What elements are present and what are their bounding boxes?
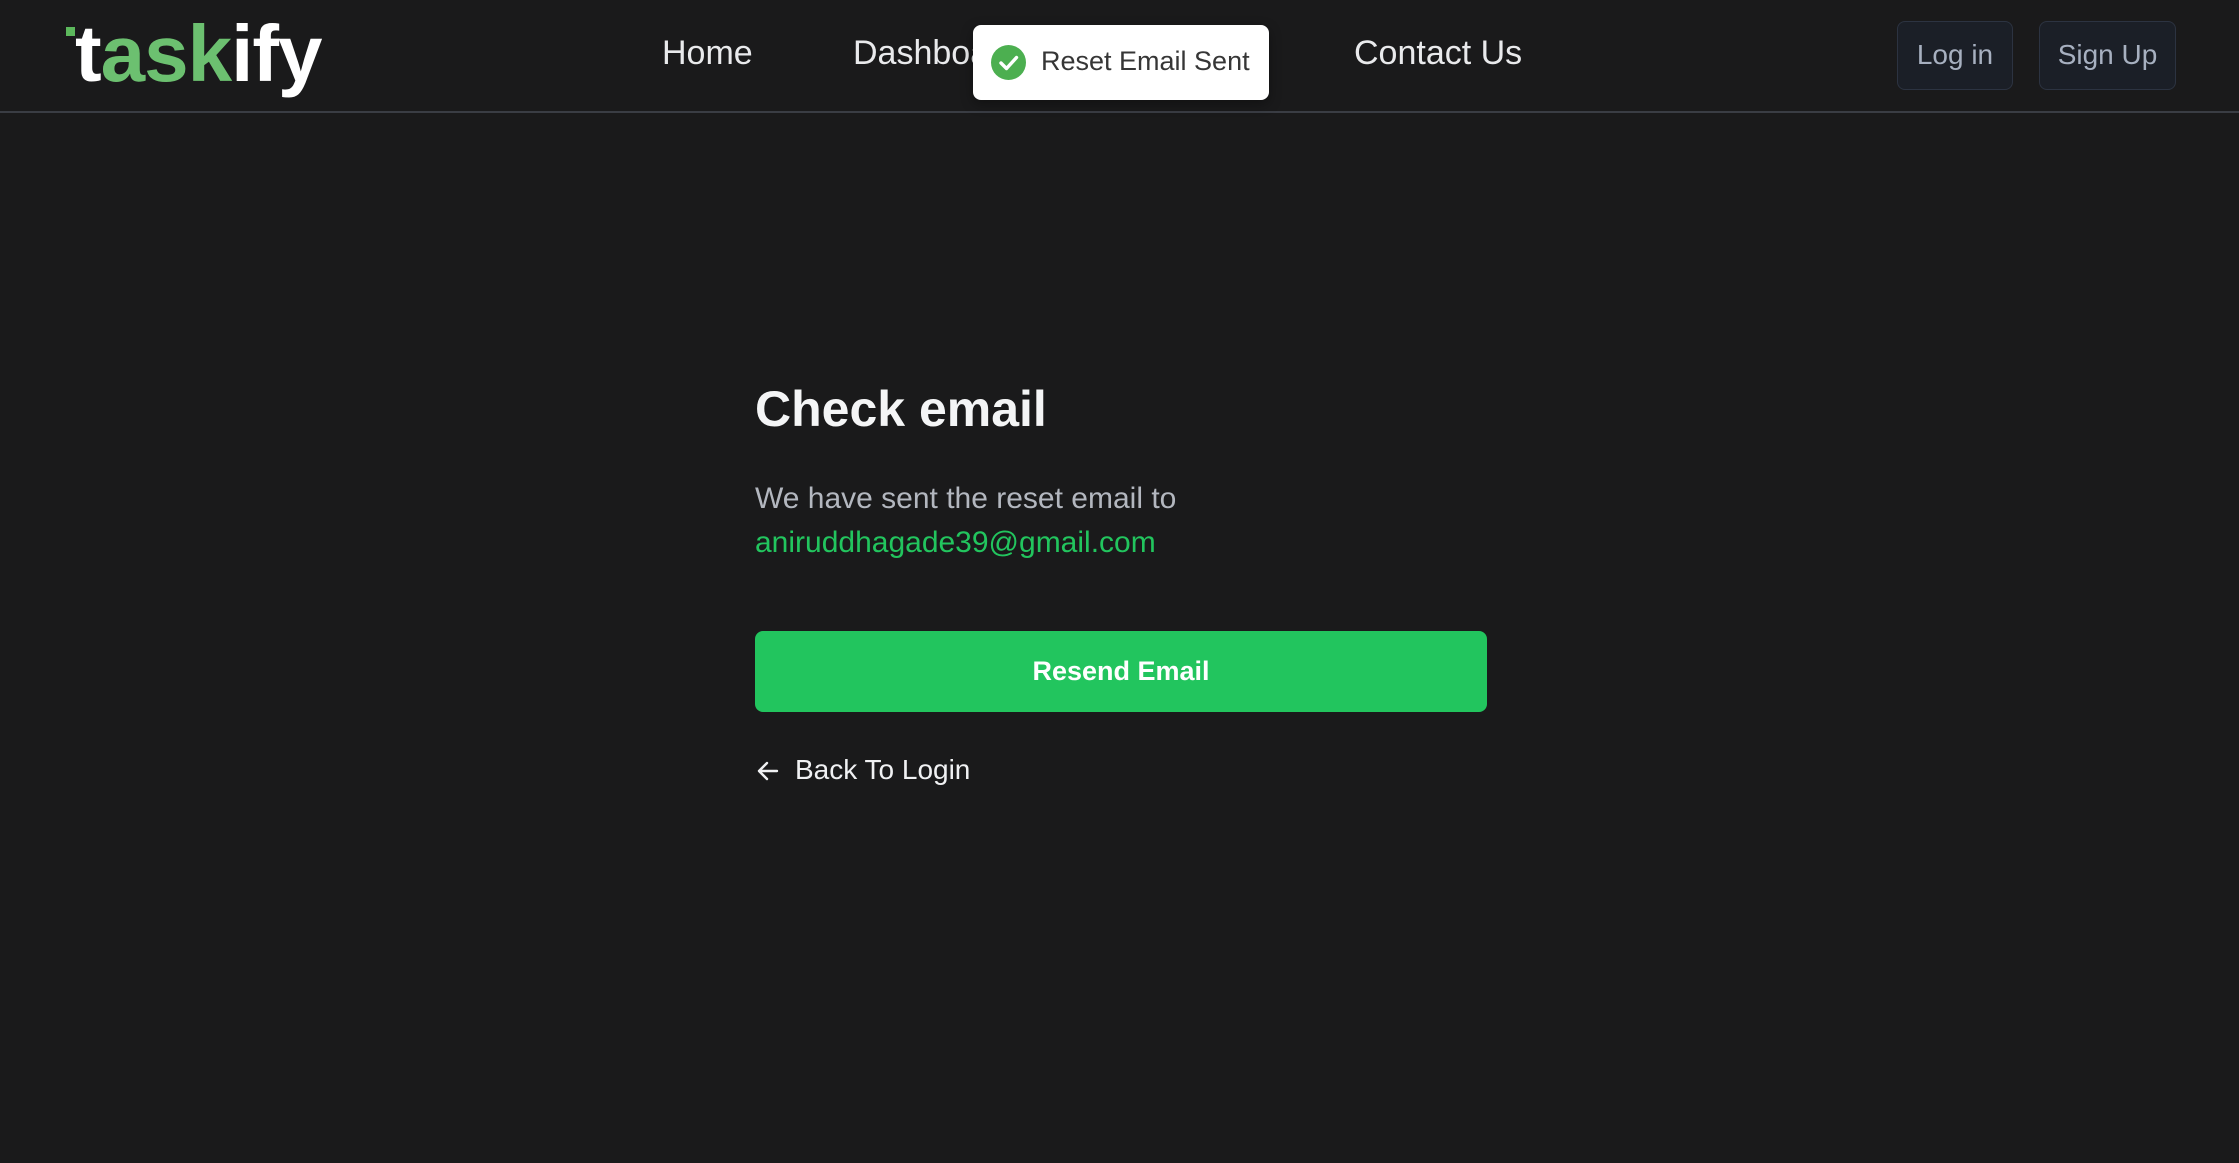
logo-text: taskify [75,4,322,104]
page-title: Check email [755,381,1047,437]
nav-home-link[interactable]: Home [662,34,753,73]
sent-message: We have sent the reset email to [755,482,1177,515]
resend-email-button[interactable]: Resend Email [755,631,1487,712]
toast-message: Reset Email Sent [1041,46,1250,76]
nav-contact-link[interactable]: Contact Us [1354,34,1522,73]
signup-button[interactable]: Sign Up [2039,21,2176,90]
logo-dot [66,27,75,36]
logo-letter-t: t [75,9,102,98]
logo-letters-ask: ask [100,9,232,98]
toast-notification: Reset Email Sent [973,25,1269,100]
logo-letters-ify: ify [231,9,322,98]
recipient-email: aniruddhagade39@gmail.com [755,526,1156,559]
arrow-left-icon [755,758,781,784]
check-mark-svg [999,55,1019,71]
back-to-login-label: Back To Login [795,754,971,785]
login-button[interactable]: Log in [1897,21,2013,90]
check-circle-icon [991,45,1026,80]
taskify-logo[interactable]: taskify [66,9,322,102]
